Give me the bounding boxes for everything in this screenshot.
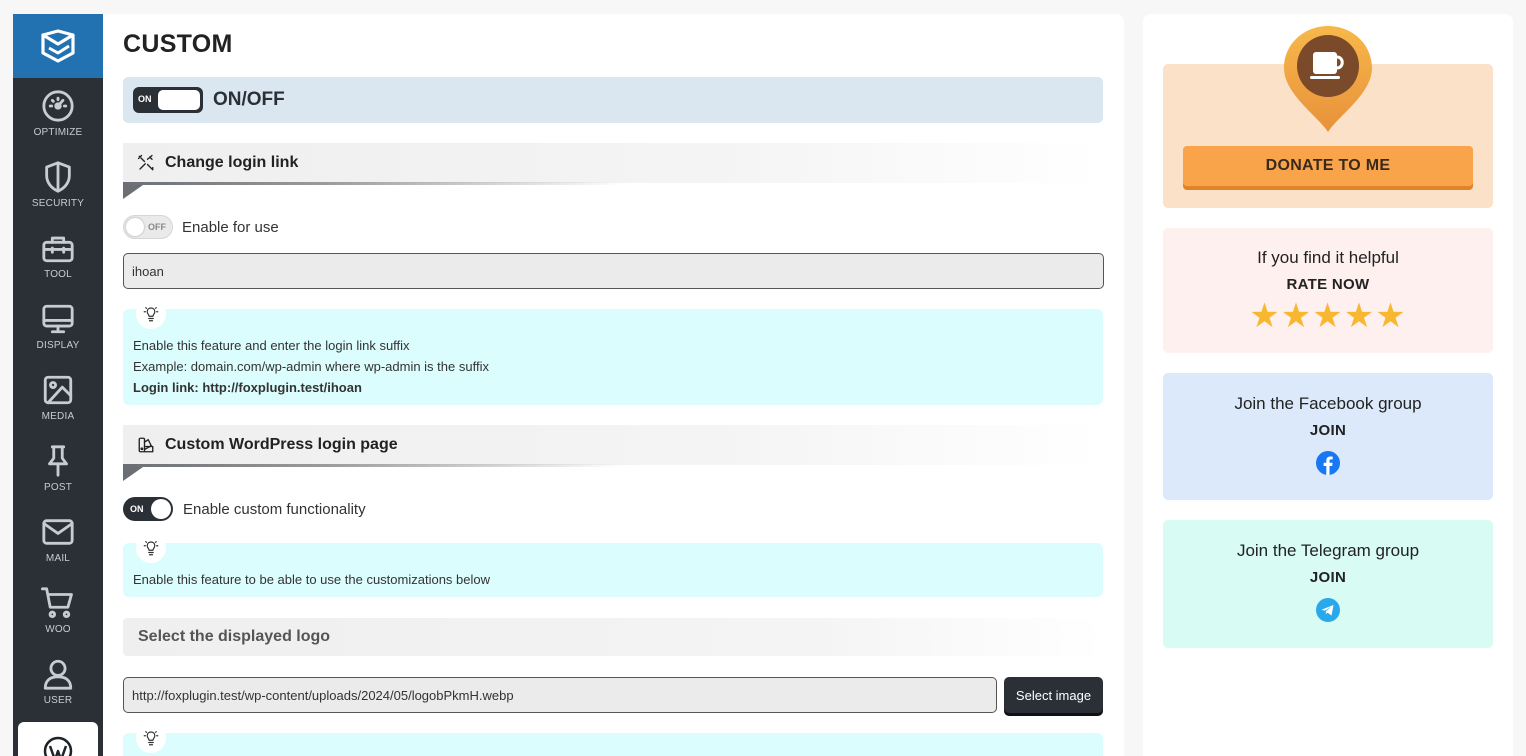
sidebar-item-label: OPTIMIZE bbox=[33, 127, 83, 138]
brand-logo[interactable] bbox=[13, 14, 103, 78]
telegram-icon[interactable] bbox=[1163, 598, 1493, 627]
select-image-button[interactable]: Select image bbox=[1004, 677, 1103, 713]
toolbox-icon bbox=[42, 236, 74, 263]
sidebar-item-post[interactable]: POST bbox=[13, 433, 103, 504]
toggle-label: Enable custom functionality bbox=[183, 500, 366, 518]
sidebar-item-user[interactable]: USER bbox=[13, 646, 103, 717]
section-underline bbox=[123, 464, 623, 467]
enable-login-link-row: OFF Enable for use bbox=[123, 215, 279, 239]
section-marker bbox=[123, 467, 143, 481]
user-icon bbox=[43, 659, 73, 690]
tools-icon bbox=[137, 154, 154, 171]
palette-icon bbox=[138, 437, 154, 453]
lightbulb-icon bbox=[136, 533, 166, 563]
sidebar-item-label: POST bbox=[43, 482, 73, 493]
lightbulb-icon bbox=[136, 723, 166, 753]
sidebar-item-media[interactable]: MEDIA bbox=[13, 362, 103, 433]
enable-custom-login-row: ON Enable custom functionality bbox=[123, 497, 366, 521]
sidebar-item-label: WOO bbox=[45, 624, 71, 635]
logo-url-input[interactable] bbox=[123, 677, 997, 713]
rating-stars[interactable]: ★★★★★ bbox=[1163, 299, 1493, 333]
right-panel: DONATE TO ME If you find it helpful RATE… bbox=[1143, 14, 1513, 756]
wordpress-icon bbox=[43, 736, 73, 756]
section-marker bbox=[123, 185, 143, 199]
donate-button[interactable]: DONATE TO ME bbox=[1183, 146, 1473, 186]
section-heading: Custom WordPress login page bbox=[165, 436, 398, 453]
sidebar-item-label: TOOL bbox=[44, 269, 72, 280]
sidebar-item-display[interactable]: DISPLAY bbox=[13, 291, 103, 362]
mail-icon bbox=[42, 519, 74, 545]
custom-login-tip: Enable this feature to be able to use th… bbox=[123, 533, 1103, 597]
sidebar-item-security[interactable]: SECURITY bbox=[13, 149, 103, 220]
sidebar-item-woo[interactable]: WOO bbox=[13, 575, 103, 646]
enable-custom-login-toggle[interactable]: ON bbox=[123, 497, 173, 521]
section-heading: Change login link bbox=[165, 154, 299, 171]
tip-line: Enable this feature to be able to use th… bbox=[133, 572, 490, 587]
toggle-state: OFF bbox=[148, 222, 166, 232]
sidebar-item-label: DISPLAY bbox=[36, 340, 80, 351]
master-toggle-label: ON/OFF bbox=[213, 89, 285, 110]
telegram-card: Join the Telegram group JOIN bbox=[1163, 520, 1493, 648]
donate-card: DONATE TO ME bbox=[1163, 26, 1493, 208]
section-change-login-link: Change login link bbox=[123, 143, 1103, 199]
tip-line: Enable this feature and enter the login … bbox=[133, 338, 410, 353]
main-panel: CUSTOM ON ON/OFF Change login link OFF E… bbox=[103, 14, 1124, 756]
tip-line: Example: domain.com/wp-admin where wp-ad… bbox=[133, 359, 489, 374]
master-toggle-state: ON bbox=[138, 94, 152, 104]
section-heading: Select the displayed logo bbox=[138, 628, 331, 645]
sidebar-item-label: USER bbox=[43, 695, 73, 706]
master-toggle-bar: ON ON/OFF bbox=[123, 77, 1103, 123]
toggle-label: Enable for use bbox=[182, 218, 279, 236]
toggle-knob bbox=[126, 218, 144, 236]
brand-logo-icon bbox=[41, 29, 75, 63]
sidebar-item-wordpress[interactable] bbox=[18, 722, 98, 756]
pin-icon bbox=[48, 445, 68, 477]
sidebar-item-mail[interactable]: MAIL bbox=[13, 504, 103, 575]
login-suffix-input[interactable] bbox=[123, 253, 1104, 289]
logo-tip bbox=[123, 723, 1103, 756]
login-link-tip: Enable this feature and enter the login … bbox=[123, 299, 1103, 405]
facebook-prompt: Join the Facebook group bbox=[1234, 394, 1422, 413]
toggle-state: ON bbox=[130, 504, 144, 514]
sidebar-item-label: MEDIA bbox=[41, 411, 75, 422]
facebook-icon[interactable] bbox=[1163, 451, 1493, 480]
page-title: CUSTOM bbox=[123, 30, 233, 58]
rate-card: If you find it helpful RATE NOW ★★★★★ bbox=[1163, 228, 1493, 353]
sidebar-item-label: SECURITY bbox=[31, 198, 85, 209]
sidebar: OPTIMIZE SECURITY TOOL DISPLAY MEDIA POS… bbox=[13, 14, 103, 756]
section-underline bbox=[123, 182, 623, 185]
cart-icon bbox=[41, 587, 73, 619]
enable-login-link-toggle[interactable]: OFF bbox=[123, 215, 173, 239]
shield-icon bbox=[45, 161, 71, 193]
sidebar-item-tool[interactable]: TOOL bbox=[13, 220, 103, 291]
gauge-icon bbox=[42, 90, 74, 122]
monitor-icon bbox=[42, 304, 74, 334]
sidebar-item-optimize[interactable]: OPTIMIZE bbox=[13, 78, 103, 149]
master-toggle[interactable]: ON bbox=[133, 87, 203, 113]
rate-now-link[interactable]: RATE NOW bbox=[1163, 276, 1493, 293]
section-select-logo: Select the displayed logo bbox=[123, 618, 1103, 656]
toggle-knob bbox=[158, 90, 200, 110]
toggle-knob bbox=[151, 499, 171, 519]
lightbulb-icon bbox=[136, 299, 166, 329]
telegram-join-link[interactable]: JOIN bbox=[1163, 569, 1493, 586]
rate-prompt: If you find it helpful bbox=[1257, 248, 1399, 267]
section-custom-login-page: Custom WordPress login page bbox=[123, 425, 1103, 481]
facebook-join-link[interactable]: JOIN bbox=[1163, 422, 1493, 439]
image-icon bbox=[43, 375, 73, 405]
telegram-prompt: Join the Telegram group bbox=[1236, 541, 1420, 560]
coffee-pin-icon bbox=[1284, 26, 1372, 132]
tip-login-link: Login link: http://foxplugin.test/ihoan bbox=[133, 380, 362, 395]
sidebar-item-label: MAIL bbox=[45, 553, 71, 564]
facebook-card: Join the Facebook group JOIN bbox=[1163, 373, 1493, 500]
